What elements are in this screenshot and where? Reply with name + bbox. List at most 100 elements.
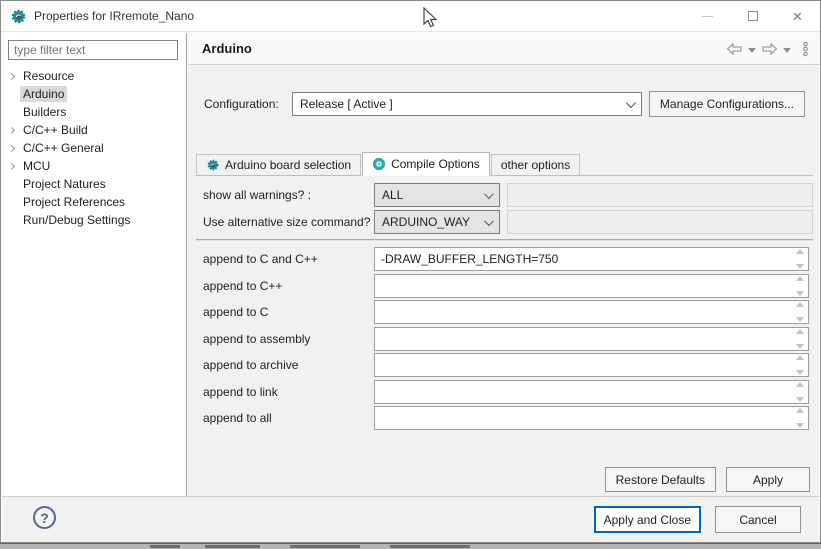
panel-header: Arduino [188, 33, 819, 65]
manage-configurations-button[interactable]: Manage Configurations... [649, 91, 805, 117]
window-title: Properties for IRremote_Nano [34, 9, 194, 23]
maximize-button[interactable] [730, 1, 775, 31]
sidebar-item-label: Builders [20, 104, 69, 120]
compile-options-form: show all warnings? : ALL Use alternative… [196, 183, 813, 433]
close-button[interactable]: ✕ [775, 1, 820, 31]
help-icon[interactable]: ? [33, 506, 56, 529]
window-controls: ✕ [685, 1, 820, 31]
append-cpp-input[interactable] [374, 274, 809, 298]
size-command-custom-field [507, 210, 813, 234]
append-c-and-cpp-input[interactable] [374, 247, 809, 271]
warnings-select[interactable]: ALL [374, 183, 500, 207]
append-link-input[interactable] [374, 380, 809, 404]
background-artifact [205, 545, 260, 548]
sidebar-item-project-natures[interactable]: Project Natures [2, 175, 184, 193]
append-all-input[interactable] [374, 406, 809, 430]
sidebar-item-label: C/C++ General [20, 140, 107, 156]
warnings-row: show all warnings? : ALL [196, 183, 813, 207]
append-assembly-input[interactable] [374, 327, 809, 351]
restore-defaults-button[interactable]: Restore Defaults [605, 467, 716, 492]
append-all-row: append to all [196, 406, 813, 430]
forward-history-dropdown-icon[interactable] [783, 48, 791, 53]
sidebar-item-resource[interactable]: Resource [2, 67, 184, 85]
sloeber-gear-icon [10, 8, 27, 25]
configuration-label: Configuration: [204, 97, 278, 111]
sidebar-item-label: Project References [20, 194, 128, 210]
close-icon: ✕ [792, 10, 803, 23]
background-window-strip [0, 543, 821, 549]
warnings-value: ALL [382, 188, 403, 202]
append-c-input[interactable] [374, 300, 809, 324]
minimize-icon [702, 16, 713, 17]
main-panel: Arduino [188, 33, 819, 496]
tab-label: Compile Options [391, 157, 480, 171]
chevron-right-icon[interactable] [2, 128, 20, 133]
apply-button[interactable]: Apply [726, 467, 810, 492]
compile-options-icon [372, 157, 386, 171]
chevron-right-icon[interactable] [2, 146, 20, 151]
chevron-down-icon [626, 98, 636, 108]
tab-strip: Arduino board selection Compile Options … [196, 152, 813, 176]
footer-buttons: Apply and Close Cancel [594, 506, 801, 533]
sidebar-item-mcu[interactable]: MCU [2, 157, 184, 175]
sidebar-item-label: Arduino [20, 86, 67, 102]
append-assembly-row: append to assembly [196, 327, 813, 351]
sidebar-item-arduino[interactable]: Arduino [2, 85, 184, 103]
sidebar-item-run-debug[interactable]: Run/Debug Settings [2, 211, 184, 229]
configuration-value: Release [ Active ] [300, 97, 393, 111]
sidebar-item-project-references[interactable]: Project References [2, 193, 184, 211]
warnings-label: show all warnings? : [196, 188, 374, 202]
chevron-right-icon[interactable] [2, 74, 20, 79]
maximize-icon [748, 11, 758, 21]
filter-input[interactable] [8, 40, 178, 60]
view-menu-icon[interactable] [802, 41, 809, 57]
field-label: append to C and C++ [196, 252, 374, 266]
cancel-button[interactable]: Cancel [715, 506, 801, 533]
append-cpp-row: append to C++ [196, 274, 813, 298]
tab-other-options[interactable]: other options [491, 154, 580, 175]
tab-arduino-board-selection[interactable]: Arduino board selection [196, 154, 361, 175]
sidebar-item-builders[interactable]: Builders [2, 103, 184, 121]
field-label: append to C [196, 305, 374, 319]
sidebar-item-cpp-build[interactable]: C/C++ Build [2, 121, 184, 139]
title-bar: Properties for IRremote_Nano ✕ [1, 1, 820, 32]
chevron-right-icon[interactable] [2, 164, 20, 169]
size-command-row: Use alternative size command? : ARDUINO_… [196, 210, 813, 234]
sidebar-item-label: C/C++ Build [20, 122, 91, 138]
append-c-and-cpp-row: append to C and C++ [196, 247, 813, 271]
properties-dialog: Properties for IRremote_Nano ✕ Resource … [0, 0, 821, 543]
chevron-down-icon [484, 216, 494, 226]
append-c-row: append to C [196, 300, 813, 324]
tab-label: Arduino board selection [225, 158, 351, 172]
sidebar-item-cpp-general[interactable]: C/C++ General [2, 139, 184, 157]
field-label: append to C++ [196, 279, 374, 293]
field-label: append to archive [196, 358, 374, 372]
append-archive-row: append to archive [196, 353, 813, 377]
sloeber-gear-icon [206, 158, 220, 172]
sidebar-item-label: Run/Debug Settings [20, 212, 133, 228]
back-arrow-icon[interactable] [726, 42, 743, 56]
size-command-label: Use alternative size command? : [196, 215, 374, 229]
size-command-select[interactable]: ARDUINO_WAY [374, 210, 500, 234]
background-artifact [290, 545, 360, 548]
field-label: append to link [196, 385, 374, 399]
minimize-button[interactable] [685, 1, 730, 31]
sidebar-item-label: Project Natures [20, 176, 109, 192]
field-label: append to all [196, 411, 374, 425]
apply-and-close-button[interactable]: Apply and Close [594, 506, 701, 533]
configuration-select[interactable]: Release [ Active ] [292, 92, 642, 116]
footer-bar: ? Apply and Close Cancel [2, 496, 819, 542]
append-archive-input[interactable] [374, 353, 809, 377]
screen: Properties for IRremote_Nano ✕ Resource … [0, 0, 821, 549]
background-artifact [150, 545, 180, 548]
append-link-row: append to link [196, 380, 813, 404]
tab-compile-options[interactable]: Compile Options [362, 152, 490, 176]
back-history-dropdown-icon[interactable] [748, 48, 756, 53]
forward-arrow-icon[interactable] [761, 42, 778, 56]
configuration-row: Configuration: Release [ Active ] Manage… [204, 91, 805, 117]
section-divider [196, 239, 813, 241]
tab-label: other options [501, 158, 570, 172]
background-artifact [390, 545, 470, 548]
sidebar-item-label: Resource [20, 68, 77, 84]
warnings-custom-field [507, 183, 813, 207]
